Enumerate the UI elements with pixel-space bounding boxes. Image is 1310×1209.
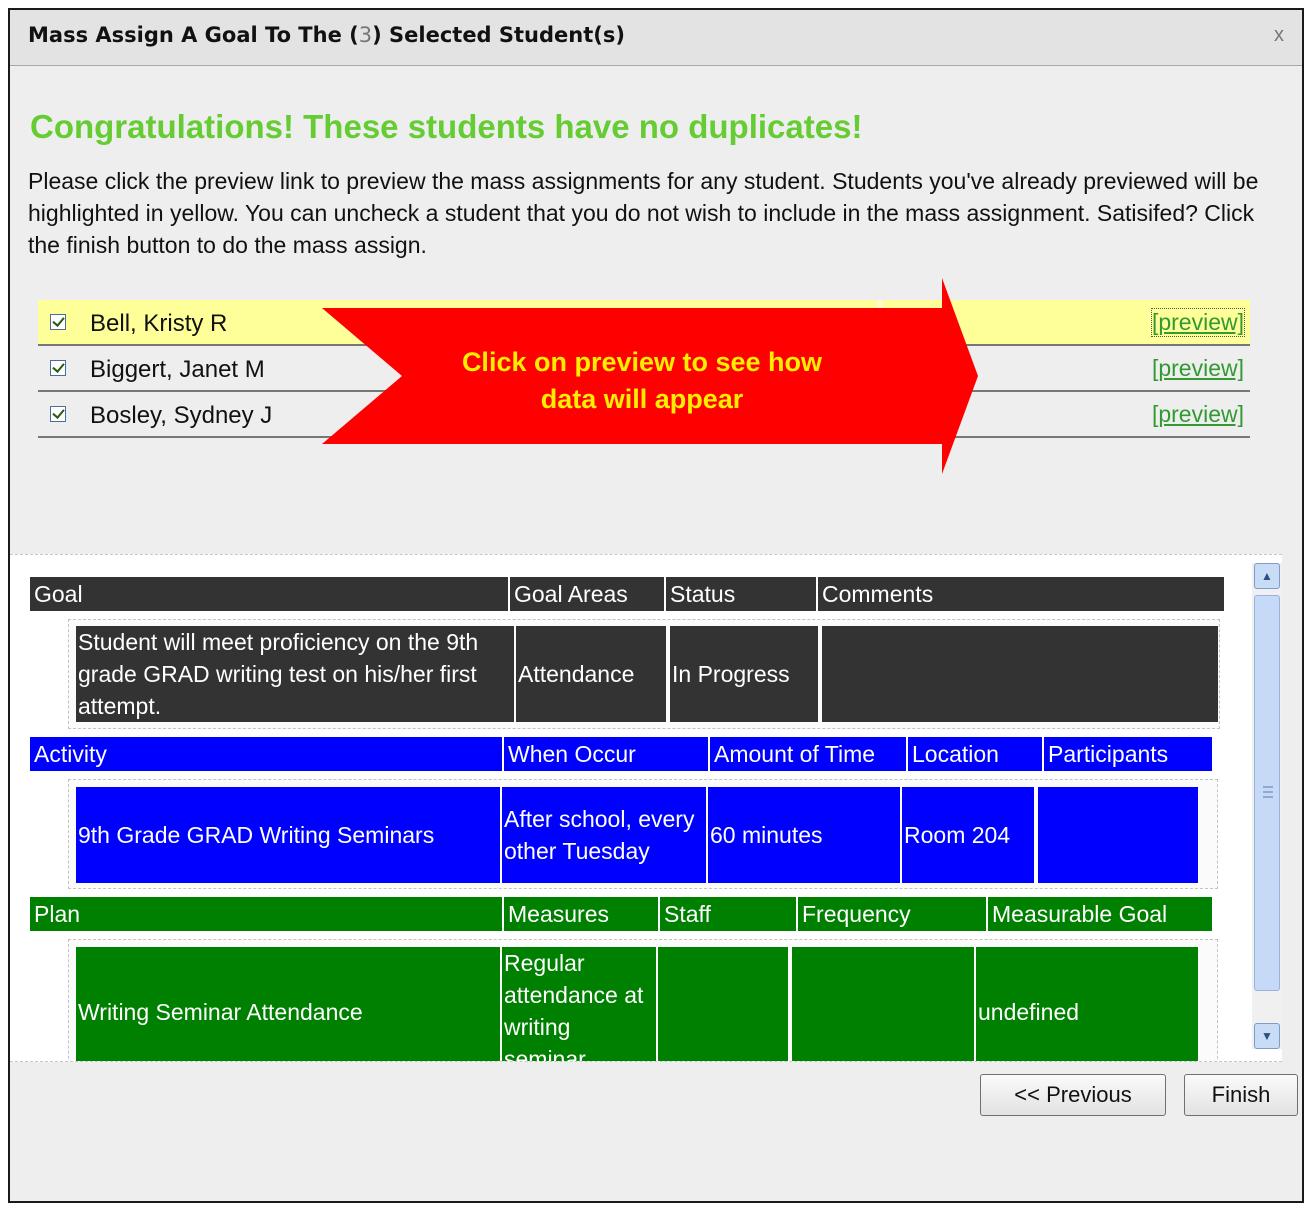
- callout-line-2: data will appear: [540, 384, 744, 414]
- location-col-header: Location: [906, 737, 1042, 771]
- dialog-titlebar: Mass Assign A Goal To The (3) Selected S…: [10, 10, 1302, 66]
- success-heading: Congratulations! These students have no …: [30, 108, 863, 145]
- scroll-down-icon[interactable]: ▼: [1254, 1023, 1280, 1049]
- comments-col-header: Comments: [816, 577, 1224, 611]
- scroll-up-icon[interactable]: ▲: [1254, 563, 1280, 589]
- student-name: Bell, Kristy R: [90, 310, 228, 337]
- student-name: Biggert, Janet M: [90, 356, 265, 383]
- scroll-thumb[interactable]: [1254, 595, 1280, 991]
- measures-value: Regular attendance at writing seminar: [502, 947, 656, 1061]
- goal-col-header: Goal: [34, 581, 83, 607]
- preview-link[interactable]: [preview]: [1152, 355, 1244, 382]
- location-value: Room 204: [902, 787, 1034, 883]
- status-col-header: Status: [664, 577, 816, 611]
- preview-link[interactable]: [preview]: [1150, 308, 1246, 337]
- participants-value: [1038, 787, 1198, 883]
- student-checkbox[interactable]: [50, 314, 66, 330]
- status-value: In Progress: [670, 626, 818, 722]
- title-suffix: ) Selected Student(s): [372, 23, 625, 47]
- callout-line-1: Click on preview to see how: [461, 347, 823, 377]
- staff-col-header: Staff: [658, 897, 796, 931]
- close-icon[interactable]: x: [1274, 24, 1284, 47]
- selected-count: 3: [358, 23, 373, 47]
- preview-link[interactable]: [preview]: [1152, 401, 1244, 428]
- thumb-grip-icon: [1263, 786, 1273, 798]
- amount-of-time-col-header: Amount of Time: [708, 737, 906, 771]
- comments-value: [822, 626, 1218, 722]
- plan-name: Writing Seminar Attendance: [76, 947, 500, 1061]
- activity-name: 9th Grade GRAD Writing Seminars: [76, 787, 500, 883]
- frequency-value: [792, 947, 974, 1061]
- callout-text: Click on preview to see how data will ap…: [402, 344, 882, 418]
- title-prefix: Mass Assign A Goal To The (: [28, 23, 359, 47]
- frequency-col-header: Frequency: [796, 897, 986, 931]
- student-checkbox[interactable]: [50, 360, 66, 376]
- activity-header-row: Activity When Occur Amount of Time Locat…: [30, 737, 1212, 771]
- participants-col-header: Participants: [1042, 737, 1212, 771]
- when-occur-value: After school, every other Tuesday: [502, 787, 706, 883]
- previous-button[interactable]: << Previous: [980, 1074, 1166, 1116]
- plan-col-header: Plan: [34, 901, 81, 927]
- amount-of-time-value: 60 minutes: [708, 787, 900, 883]
- measures-col-header: Measures: [502, 897, 658, 931]
- activity-col-header: Activity: [34, 741, 107, 767]
- student-checkbox[interactable]: [50, 406, 66, 422]
- dialog-title: Mass Assign A Goal To The (3) Selected S…: [28, 23, 625, 47]
- instructions-text: Please click the preview link to preview…: [28, 168, 1259, 258]
- preview-pane[interactable]: Goal Goal Areas Status Comments Student …: [10, 554, 1282, 1062]
- staff-value: [658, 947, 788, 1061]
- goal-areas-value: Attendance: [516, 626, 666, 722]
- goal-areas-col-header: Goal Areas: [508, 577, 664, 611]
- preview-scrollbar[interactable]: ▲ ▼: [1252, 563, 1282, 1049]
- goal-header-row: Goal Goal Areas Status Comments: [30, 577, 1224, 611]
- mass-assign-dialog: Mass Assign A Goal To The (3) Selected S…: [8, 8, 1304, 1203]
- goal-text: Student will meet proficiency on the 9th…: [76, 626, 514, 722]
- when-occur-col-header: When Occur: [502, 737, 708, 771]
- plan-header-row: Plan Measures Staff Frequency Measurable…: [30, 897, 1212, 931]
- measurable-goal-value: undefined: [976, 947, 1198, 1061]
- finish-button[interactable]: Finish: [1184, 1074, 1298, 1116]
- measurable-goal-col-header: Measurable Goal: [986, 897, 1212, 931]
- student-name: Bosley, Sydney J: [90, 402, 273, 429]
